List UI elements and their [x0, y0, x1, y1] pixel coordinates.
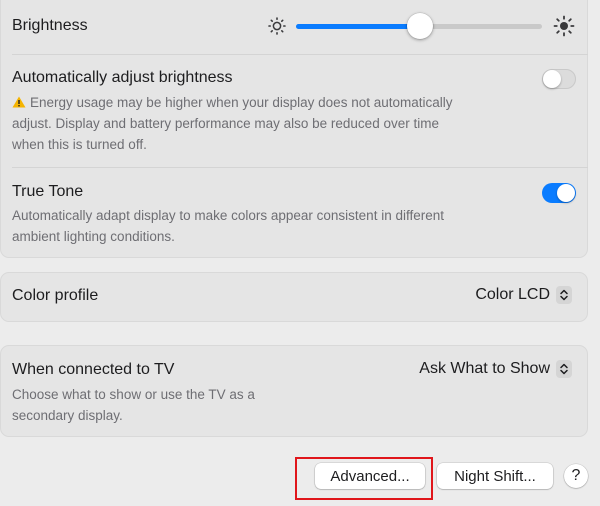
separator: [12, 167, 588, 168]
tv-description: Choose what to show or use the TV as a s…: [12, 384, 332, 426]
brightness-slider-fill: [296, 24, 419, 29]
sun-large-icon: [553, 15, 575, 37]
auto-brightness-warning: Energy usage may be higher when your dis…: [12, 92, 552, 155]
tv-description-line-1: Choose what to show or use the TV as a: [12, 387, 255, 402]
tv-description-line-2: secondary display.: [12, 408, 123, 423]
auto-brightness-toggle[interactable]: [542, 69, 576, 89]
true-tone-description-line-1: Automatically adapt display to make colo…: [12, 208, 444, 223]
tv-value: Ask What to Show: [419, 360, 550, 377]
warning-line-1: Energy usage may be higher when your dis…: [30, 95, 453, 110]
chevron-updown-icon: [556, 286, 572, 304]
brightness-label: Brightness: [12, 17, 88, 34]
night-shift-button[interactable]: Night Shift...: [437, 463, 553, 489]
toggle-knob: [557, 184, 575, 202]
tv-popup[interactable]: Ask What to Show: [419, 360, 572, 378]
color-profile-label: Color profile: [12, 287, 99, 304]
sun-small-icon: [268, 17, 286, 35]
toggle-knob: [543, 70, 561, 88]
highlight-box: [295, 457, 433, 500]
tv-label: When connected to TV: [12, 361, 175, 378]
auto-brightness-label: Automatically adjust brightness: [12, 69, 233, 86]
true-tone-toggle[interactable]: [542, 183, 576, 203]
color-profile-popup[interactable]: Color LCD: [475, 286, 572, 304]
warning-line-3: when this is turned off.: [12, 137, 147, 152]
true-tone-description-line-2: ambient lighting conditions.: [12, 229, 175, 244]
true-tone-description: Automatically adapt display to make colo…: [12, 205, 552, 247]
warning-triangle-icon: [12, 96, 26, 108]
chevron-updown-icon: [556, 360, 572, 378]
separator: [12, 54, 588, 55]
color-profile-value: Color LCD: [475, 286, 550, 303]
true-tone-label: True Tone: [12, 183, 84, 200]
warning-line-2: adjust. Display and battery performance …: [12, 116, 439, 131]
help-button[interactable]: ?: [564, 464, 588, 488]
brightness-slider-knob[interactable]: [407, 13, 433, 39]
